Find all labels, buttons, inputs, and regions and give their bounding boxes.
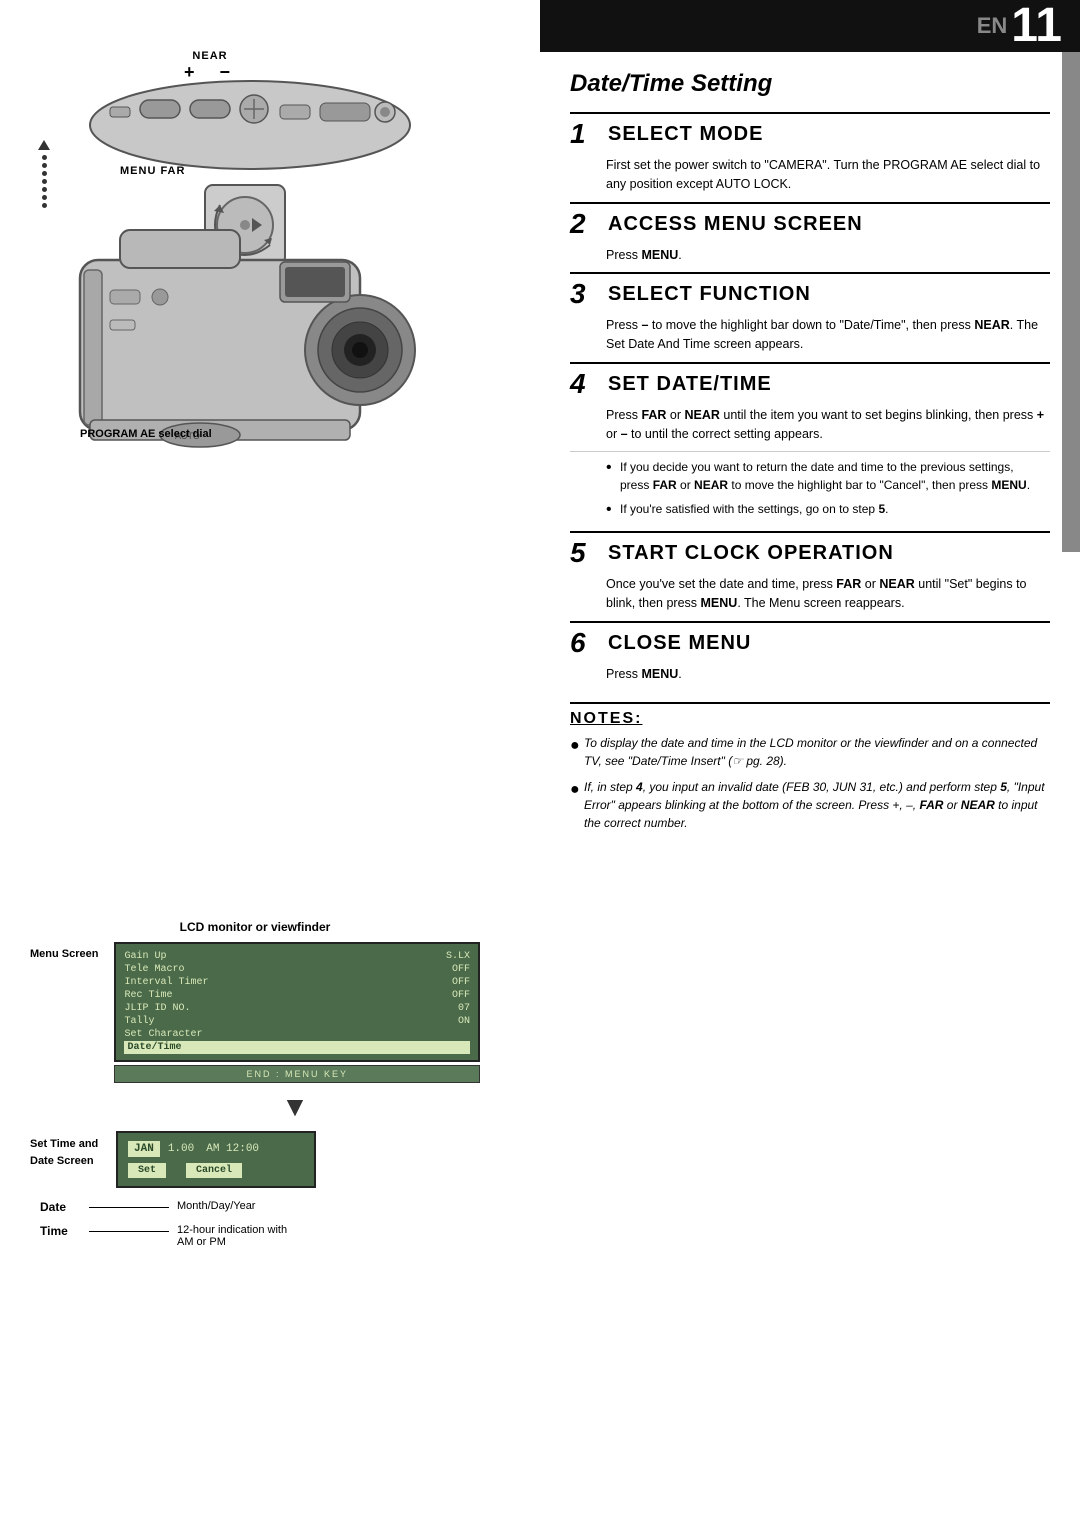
step-5-header: 5 Start Clock Operation — [570, 533, 1050, 571]
cancel-button[interactable]: Cancel — [186, 1163, 242, 1178]
set-time-am: AM 12:00 — [202, 1141, 263, 1157]
lcd-row: Tele MacroOFF — [124, 963, 470, 976]
date-label: Date — [40, 1200, 85, 1214]
step-2-body: Press MENU. — [570, 242, 1050, 273]
lcd-layout: Menu Screen Gain UpS.LX Tele MacroOFF In… — [30, 942, 480, 1083]
far-bold: FAR — [641, 408, 666, 422]
page-number: 11 — [1011, 2, 1062, 50]
note-1: ● To display the date and time in the LC… — [570, 734, 1050, 770]
note-2: ● If, in step 4, you input an invalid da… — [570, 778, 1050, 832]
bullet-2: • If you're satisfied with the settings,… — [606, 500, 1046, 519]
step-4-title: Set Date/Time — [602, 373, 772, 395]
bullet-1-text: If you decide you want to return the dat… — [620, 458, 1046, 494]
bullet-dot-2: • — [606, 500, 620, 519]
step-5-title: Start Clock Operation — [602, 542, 894, 564]
step-5-body: Once you've set the date and time, press… — [570, 571, 1050, 621]
step-2-title: Access Menu Screen — [602, 213, 863, 235]
lcd-section: LCD monitor or viewfinder Menu Screen Ga… — [20, 920, 480, 1248]
step-3-body: Press – to move the highlight bar down t… — [570, 312, 1050, 362]
down-arrow: ▼ — [110, 1091, 480, 1123]
step-4-section: 4 Set Date/Time Press FAR or NEAR until … — [570, 362, 1050, 532]
time-label: Time — [40, 1224, 85, 1238]
lcd-row: TallyON — [124, 1015, 470, 1028]
left-panel: NEAR + − — [0, 0, 500, 1533]
step-4-number: 4 — [570, 370, 602, 398]
step-4-header: 4 Set Date/Time — [570, 364, 1050, 402]
camera-diagram: NEAR + − — [20, 50, 480, 460]
step-4-bullets: • If you decide you want to return the d… — [570, 451, 1050, 531]
menu-screen-label: Menu Screen — [30, 947, 98, 962]
step-6-body: Press MENU. — [570, 661, 1050, 692]
step-6-section: 6 Close Menu Press MENU. — [570, 621, 1050, 692]
lcd-row: Gain UpS.LX — [124, 950, 470, 963]
step-1-title: Select Mode — [602, 123, 763, 145]
step-6-number: 6 — [570, 629, 602, 657]
page-title: Date/Time Setting — [570, 70, 1050, 98]
menu-far-label: MENU FAR — [120, 165, 185, 177]
notes-section: NOTES: ● To display the date and time in… — [570, 702, 1050, 832]
step-5-section: 5 Start Clock Operation Once you've set … — [570, 531, 1050, 621]
notes-title: NOTES: — [570, 710, 1050, 728]
top-bar: EN 11 — [540, 0, 1080, 52]
time-label-row: Time 12-hour indication withAM or PM — [40, 1224, 480, 1248]
dotted-arrow — [38, 140, 50, 208]
set-button[interactable]: Set — [128, 1163, 166, 1178]
date-label-row: Date Month/Day/Year — [40, 1200, 480, 1214]
en-label: EN — [977, 13, 1008, 39]
step-6-title: Close Menu — [602, 632, 751, 654]
set-time-label: Set Time andDate Screen — [30, 1136, 100, 1169]
note-bullet-2: ● — [570, 778, 584, 802]
set-time-jan: JAN — [128, 1141, 160, 1157]
step-2-section: 2 Access Menu Screen Press MENU. — [570, 202, 1050, 273]
minus-bold: – — [641, 318, 648, 332]
program-ae-label: PROGRAM AE select dial — [80, 428, 212, 440]
step-3-title: Select Function — [602, 283, 811, 305]
step-2-number: 2 — [570, 210, 602, 238]
near-bold: NEAR — [974, 318, 1009, 332]
set-time-row: JAN 1.00 AM 12:00 — [128, 1141, 304, 1157]
note-2-text: If, in step 4, you input an invalid date… — [584, 778, 1050, 832]
lcd-title: LCD monitor or viewfinder — [30, 920, 480, 934]
lcd-row: Set Character — [124, 1028, 470, 1041]
date-desc: Month/Day/Year — [177, 1200, 255, 1212]
set-time-layout: Set Time andDate Screen JAN 1.00 AM 12:0… — [30, 1131, 480, 1188]
bullet-1: • If you decide you want to return the d… — [606, 458, 1046, 494]
step-2-header: 2 Access Menu Screen — [570, 204, 1050, 242]
step-4-body: Press FAR or NEAR until the item you wan… — [570, 402, 1050, 452]
step-1-number: 1 — [570, 120, 602, 148]
step-5-number: 5 — [570, 539, 602, 567]
step-3-section: 3 Select Function Press – to move the hi… — [570, 272, 1050, 362]
step-3-header: 3 Select Function — [570, 274, 1050, 312]
plus-bold: + — [1037, 408, 1044, 422]
step-6-header: 6 Close Menu — [570, 623, 1050, 661]
note-1-text: To display the date and time in the LCD … — [584, 734, 1050, 770]
bullet-2-text: If you're satisfied with the settings, g… — [620, 500, 888, 518]
near-bold2: NEAR — [685, 408, 720, 422]
control-top-panel — [80, 75, 420, 175]
lcd-end-menu: END : MENU KEY — [114, 1065, 480, 1083]
step-1-body: First set the power switch to "CAMERA". … — [570, 152, 1050, 202]
lcd-box: Gain UpS.LX Tele MacroOFF Interval Timer… — [114, 942, 480, 1062]
step-1-section: 1 Select Mode First set the power switch… — [570, 112, 1050, 202]
right-panel: Date/Time Setting 1 Select Mode First se… — [540, 52, 1080, 860]
date-line — [89, 1207, 169, 1208]
lcd-row: Rec TimeOFF — [124, 989, 470, 1002]
bullet-dot-1: • — [606, 458, 620, 477]
set-time-box: JAN 1.00 AM 12:00 Set Cancel — [116, 1131, 316, 1188]
lcd-row: Interval TimerOFF — [124, 976, 470, 989]
lcd-row-highlighted: Date/Time — [124, 1041, 470, 1054]
set-time-btns: Set Cancel — [128, 1163, 304, 1178]
minus-bold2: – — [621, 427, 628, 441]
step-3-number: 3 — [570, 280, 602, 308]
menu-bold: MENU — [641, 248, 678, 262]
step-1-header: 1 Select Mode — [570, 114, 1050, 152]
date-time-labels: Date Month/Day/Year Time 12-hour indicat… — [30, 1200, 480, 1248]
camera-body-diagram: AUTO — [20, 220, 420, 460]
set-time-val: 1.00 — [164, 1141, 198, 1157]
time-desc: 12-hour indication withAM or PM — [177, 1224, 287, 1248]
lcd-row: JLIP ID NO.07 — [124, 1002, 470, 1015]
note-bullet-1: ● — [570, 734, 584, 758]
time-line — [89, 1231, 169, 1232]
